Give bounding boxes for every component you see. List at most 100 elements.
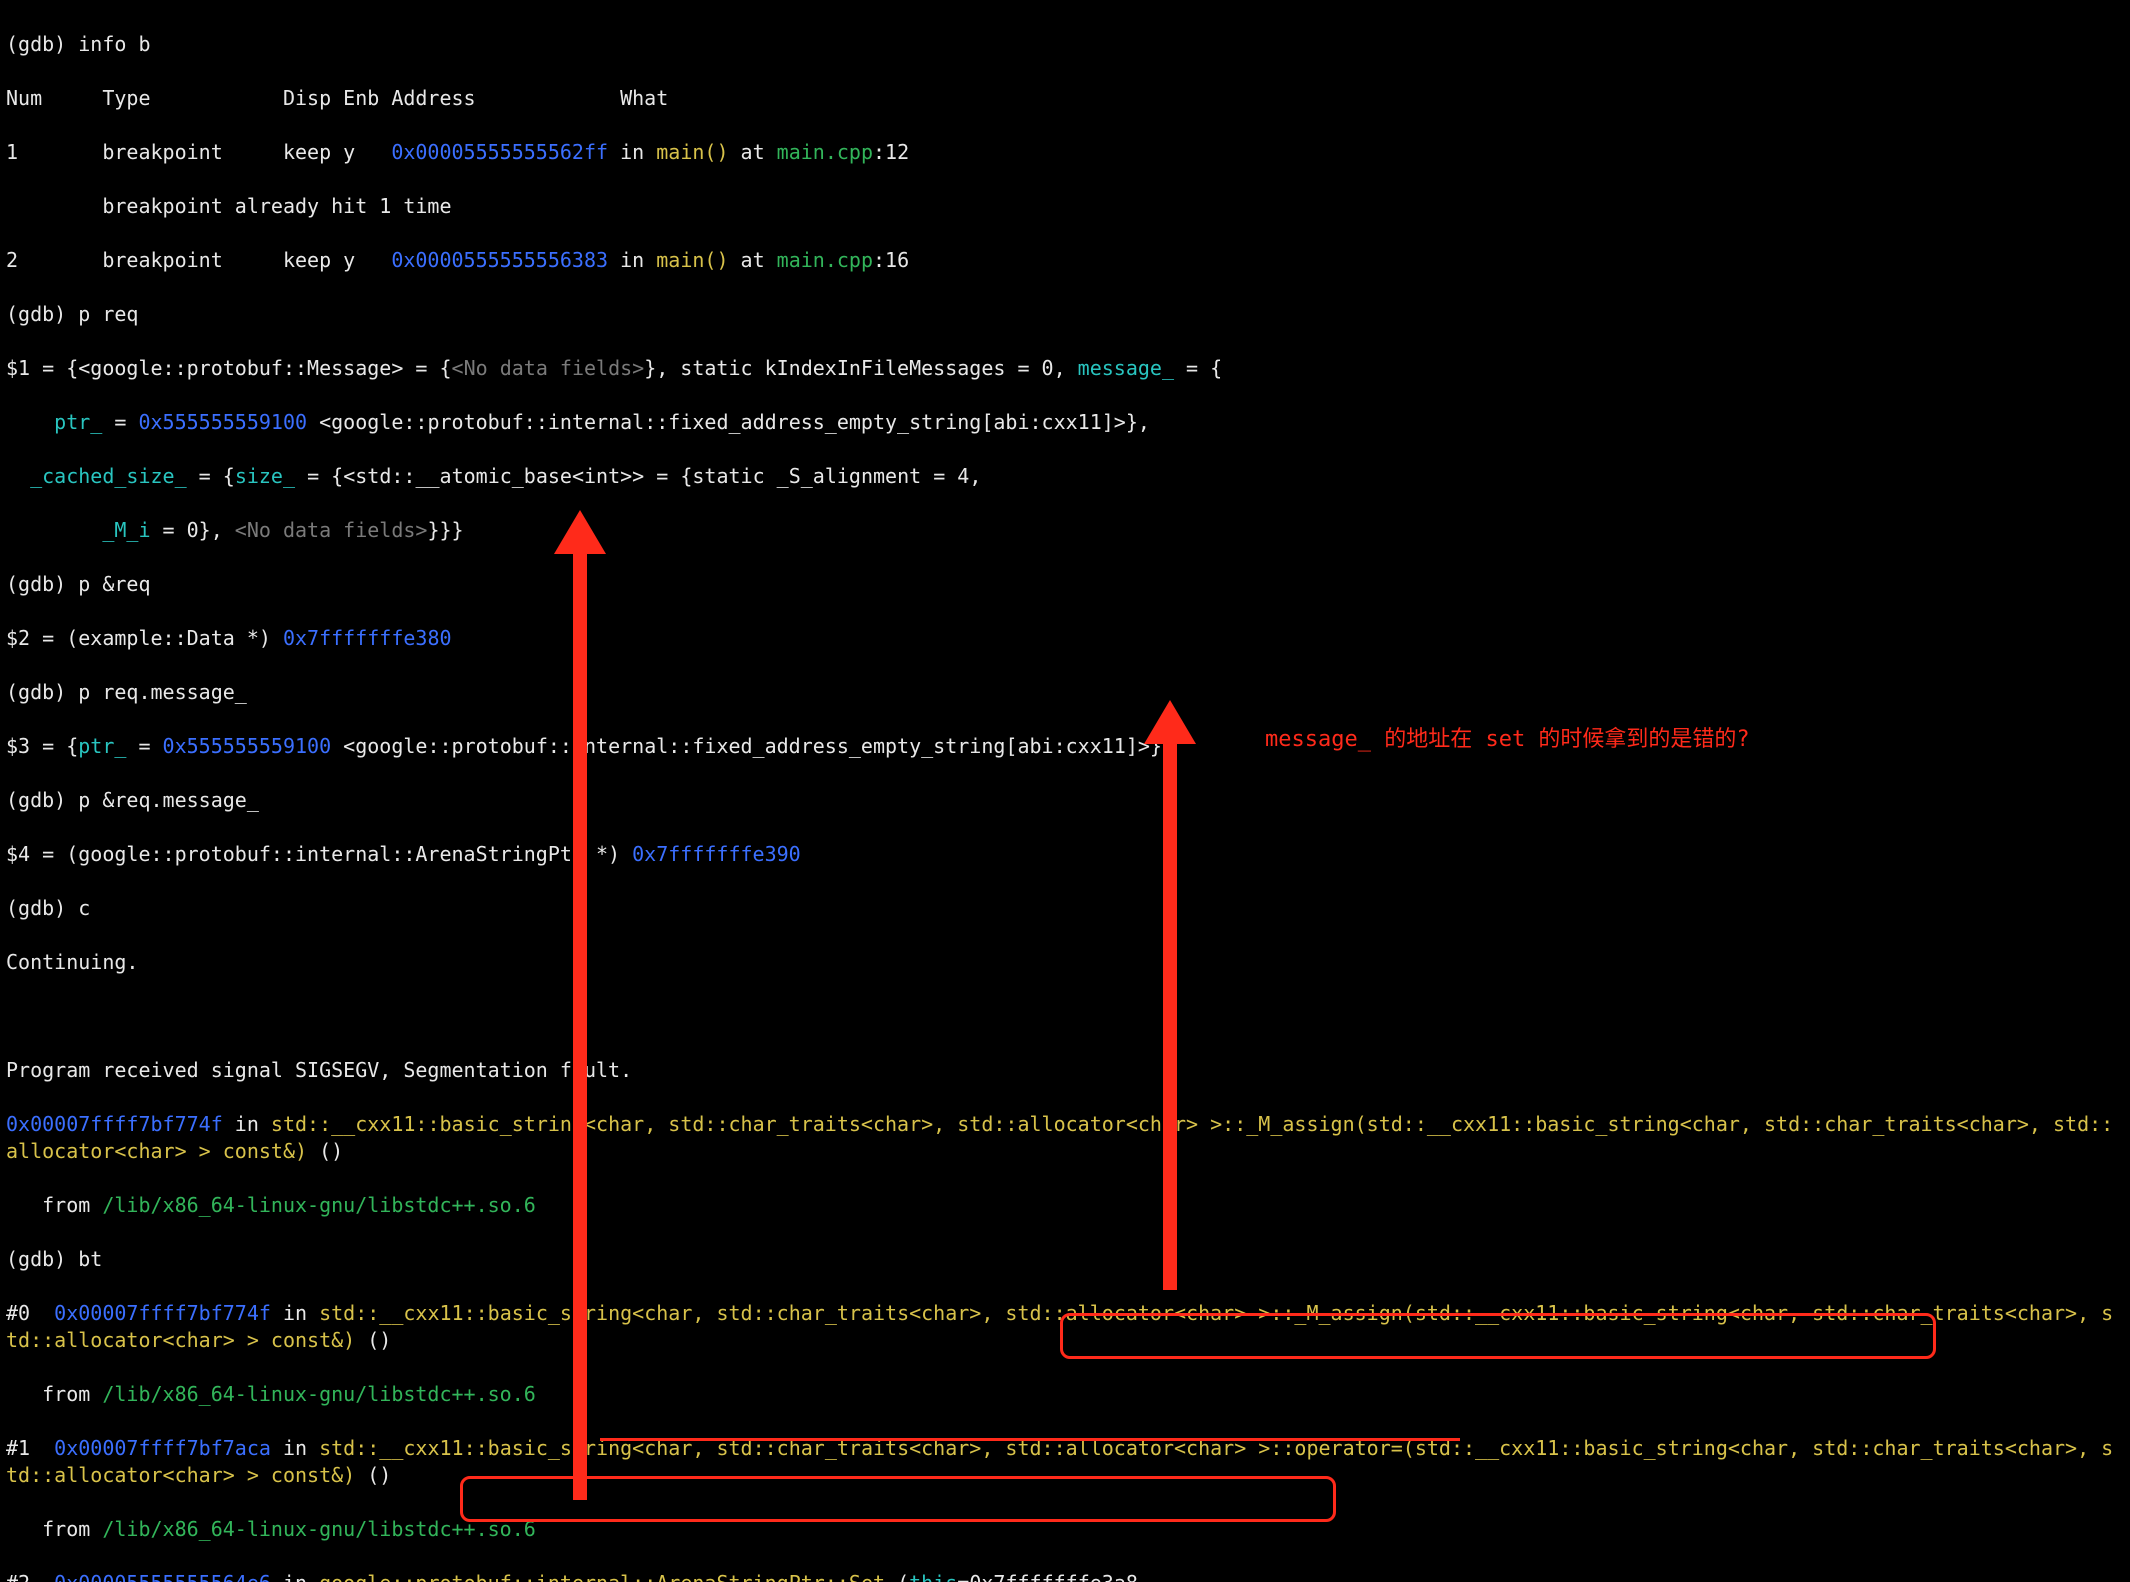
text — [6, 410, 54, 434]
bt-frame-2: #2 0x00005555555564e6 in google::protobu… — [6, 1570, 2124, 1582]
gdb-prompt: (gdb) — [6, 1247, 78, 1271]
gdb-command: info b — [78, 32, 150, 56]
text — [6, 464, 30, 488]
gdb-output: Program received signal SIGSEGV, Segment… — [6, 1057, 2124, 1084]
member-name: _M_i — [102, 518, 150, 542]
gdb-line: (gdb) p req.message_ — [6, 679, 2124, 706]
gdb-prompt: (gdb) — [6, 896, 78, 920]
gdb-command: p &req — [78, 572, 150, 596]
text: = {<std::__atomic_base<int>> = {static _… — [295, 464, 981, 488]
gdb-command: bt — [78, 1247, 102, 1271]
text: in — [608, 140, 656, 164]
text: $4 = (google::protobuf::internal::ArenaS… — [6, 842, 632, 866]
text: () — [307, 1139, 343, 1163]
text: = — [126, 734, 162, 758]
frame-no: #0 — [6, 1301, 54, 1325]
address: 0x0000555555556383 — [391, 248, 608, 272]
param-name: this — [909, 1571, 957, 1582]
gdb-output: Num Type Disp Enb Address What — [6, 85, 2124, 112]
bt-frame-0-from: from /lib/x86_64-linux-gnu/libstdc++.so.… — [6, 1381, 2124, 1408]
gdb-output: ptr_ = 0x555555559100 <google::protobuf:… — [6, 409, 2124, 436]
gdb-output: 2 breakpoint keep y 0x0000555555556383 i… — [6, 247, 2124, 274]
frame-no: #2 — [6, 1571, 54, 1582]
text — [6, 518, 102, 542]
text: at — [728, 140, 776, 164]
gdb-output: $1 = {<google::protobuf::Message> = {<No… — [6, 355, 2124, 382]
gdb-command: c — [78, 896, 90, 920]
text: $2 = (example::Data *) — [6, 626, 283, 650]
text: in — [223, 1112, 271, 1136]
gdb-prompt: (gdb) — [6, 680, 78, 704]
text: from — [6, 1382, 102, 1406]
function-name: google::protobuf::internal:: — [319, 1571, 656, 1582]
text: = { — [1174, 356, 1222, 380]
address: 0x00005555555564e6 — [54, 1571, 271, 1582]
text: $3 = { — [6, 734, 78, 758]
function-name: main() — [656, 248, 728, 272]
address: 0x7fffffffe380 — [283, 626, 452, 650]
text: from — [6, 1193, 102, 1217]
no-data-fields: <No data fields> — [235, 518, 428, 542]
file-path: /lib/x86_64-linux-gnu/libstdc++.so.6 — [102, 1193, 535, 1217]
gdb-command: p &req.message_ — [78, 788, 259, 812]
gdb-command: p req — [78, 302, 138, 326]
text: = 0}, — [151, 518, 235, 542]
text: = — [102, 410, 138, 434]
gdb-output: $2 = (example::Data *) 0x7fffffffe380 — [6, 625, 2124, 652]
gdb-line: (gdb) bt — [6, 1246, 2124, 1273]
address: 0x555555559100 — [163, 734, 332, 758]
gdb-output: _M_i = 0}, <No data fields>}}} — [6, 517, 2124, 544]
member-name: _cached_size_ — [30, 464, 187, 488]
no-data-fields: <No data fields> — [452, 356, 645, 380]
text: }, static kIndexInFileMessages = 0, — [644, 356, 1077, 380]
text: in — [271, 1571, 319, 1582]
gdb-prompt: (gdb) — [6, 302, 78, 326]
gdb-prompt: (gdb) — [6, 32, 78, 56]
text: $1 = {<google::protobuf::Message> = { — [6, 356, 452, 380]
gdb-output: _cached_size_ = {size_ = {<std::__atomic… — [6, 463, 2124, 490]
function-name: std::__cxx11::basic_string<char, std::ch… — [6, 1301, 2113, 1352]
gdb-line: (gdb) p &req.message_ — [6, 787, 2124, 814]
gdb-prompt: (gdb) — [6, 788, 78, 812]
file-path: /lib/x86_64-linux-gnu/libstdc++.so.6 — [102, 1382, 535, 1406]
gdb-line: (gdb) p req — [6, 301, 2124, 328]
text: in — [271, 1301, 319, 1325]
function-name: main() — [656, 140, 728, 164]
file-name: main.cpp — [777, 140, 873, 164]
gdb-output: $3 = {ptr_ = 0x555555559100 <google::pro… — [6, 733, 2124, 760]
text: from — [6, 1517, 102, 1541]
line-no: :12 — [873, 140, 909, 164]
gdb-terminal[interactable]: (gdb) info b Num Type Disp Enb Address W… — [0, 0, 2130, 1582]
gdb-prompt: (gdb) — [6, 572, 78, 596]
text: }}} — [427, 518, 463, 542]
frame-no: #1 — [6, 1436, 54, 1460]
member-name: size_ — [235, 464, 295, 488]
bt-frame-1-from: from /lib/x86_64-linux-gnu/libstdc++.so.… — [6, 1516, 2124, 1543]
gdb-output: Continuing. — [6, 949, 2124, 976]
address: 0x555555559100 — [138, 410, 307, 434]
text: <google::protobuf::internal::fixed_addre… — [331, 734, 1162, 758]
text: () — [355, 1463, 391, 1487]
address: 0x00007ffff7bf7aca — [54, 1436, 271, 1460]
address: 0x7fffffffe390 — [632, 842, 801, 866]
address: 0x00005555555562ff — [391, 140, 608, 164]
blank-line — [6, 1003, 2124, 1030]
text: ( — [885, 1571, 909, 1582]
file-path: /lib/x86_64-linux-gnu/libstdc++.so.6 — [102, 1517, 535, 1541]
member-name: message_ — [1078, 356, 1174, 380]
function-name: std::__cxx11::basic_string<char, std::ch… — [6, 1436, 2113, 1487]
gdb-output: 0x00007ffff7bf774f in std::__cxx11::basi… — [6, 1111, 2124, 1165]
text: <google::protobuf::internal::fixed_addre… — [307, 410, 1150, 434]
text: 1 breakpoint keep y — [6, 140, 391, 164]
text: = { — [187, 464, 235, 488]
address: 0x00007ffff7bf774f — [54, 1301, 271, 1325]
line-no: :16 — [873, 248, 909, 272]
member-name: ptr_ — [78, 734, 126, 758]
text: 2 breakpoint keep y — [6, 248, 391, 272]
gdb-output: from /lib/x86_64-linux-gnu/libstdc++.so.… — [6, 1192, 2124, 1219]
gdb-line: (gdb) c — [6, 895, 2124, 922]
gdb-output: breakpoint already hit 1 time — [6, 193, 2124, 220]
gdb-line: (gdb) p &req — [6, 571, 2124, 598]
param-value: =0x7fffffffe3a8, — [957, 1571, 1150, 1582]
gdb-output: $4 = (google::protobuf::internal::ArenaS… — [6, 841, 2124, 868]
